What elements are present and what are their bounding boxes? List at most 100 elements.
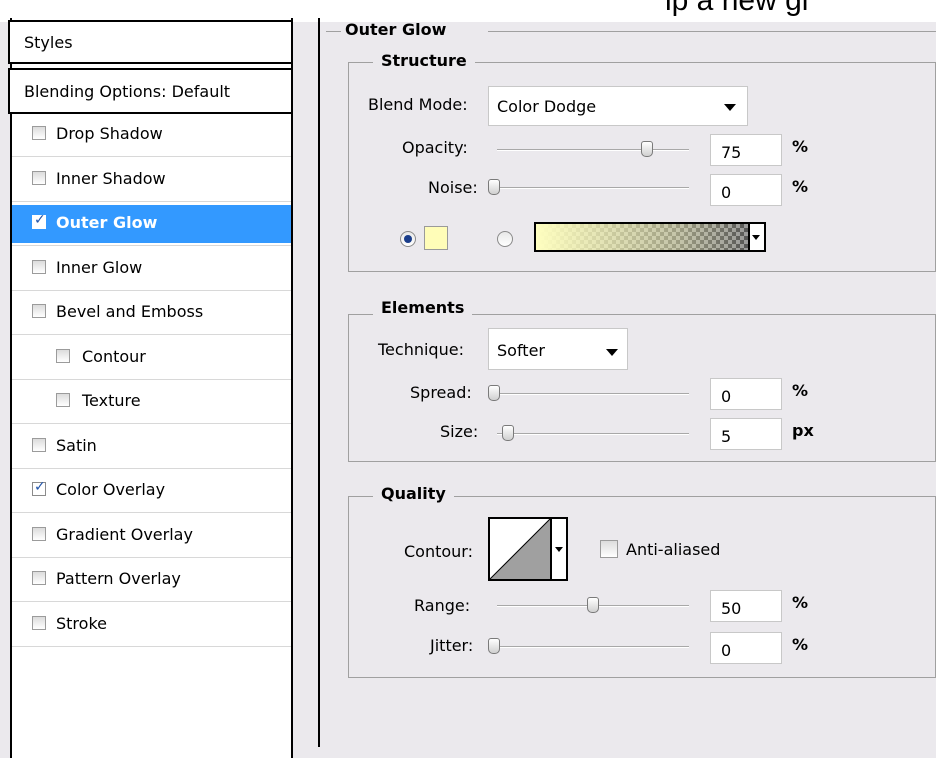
spread-unit: %	[792, 381, 809, 400]
blend-mode-dropdown[interactable]: Color Dodge	[488, 86, 748, 126]
outer-glow-title: Outer Glow	[345, 20, 447, 39]
anti-aliased-label[interactable]: Anti-aliased	[626, 540, 720, 559]
technique-value: Softer	[497, 341, 545, 360]
style-item-contour[interactable]: Contour	[12, 339, 291, 377]
style-item-gradient-overlay[interactable]: Gradient Overlay	[12, 517, 291, 555]
jitter-slider-thumb[interactable]	[488, 638, 500, 654]
elements-title: Elements	[373, 298, 473, 317]
jitter-slider-track[interactable]	[488, 646, 689, 648]
style-checkbox[interactable]	[32, 260, 46, 274]
size-value: 5	[721, 427, 732, 446]
style-item-label: Stroke	[56, 614, 107, 633]
opacity-unit: %	[792, 137, 809, 156]
style-item-bevel-and-emboss[interactable]: Bevel and Emboss	[12, 294, 291, 332]
list-divider	[12, 156, 291, 157]
opacity-label: Opacity:	[402, 138, 468, 157]
style-item-outer-glow[interactable]: Outer Glow	[12, 205, 291, 243]
style-checkbox[interactable]	[32, 616, 46, 630]
range-label: Range:	[414, 596, 471, 615]
contour-dropdown-arrow[interactable]	[552, 517, 568, 581]
style-item-label: Contour	[82, 347, 146, 366]
spread-input[interactable]: 0	[710, 378, 782, 410]
blend-mode-label: Blend Mode:	[368, 95, 468, 114]
blending-options-label: Blending Options: Default	[24, 82, 231, 101]
style-item-label: Satin	[56, 436, 97, 455]
noise-unit: %	[792, 177, 809, 196]
style-item-stroke[interactable]: Stroke	[12, 606, 291, 644]
blend-mode-value: Color Dodge	[497, 97, 597, 116]
jitter-input[interactable]: 0	[710, 632, 782, 664]
spread-slider-track[interactable]	[488, 393, 689, 395]
style-item-label: Bevel and Emboss	[56, 302, 204, 321]
spread-label: Spread:	[410, 383, 472, 402]
styles-header-label: Styles	[24, 33, 73, 52]
solid-color-radio[interactable]	[400, 231, 416, 247]
opacity-slider-thumb[interactable]	[641, 141, 653, 157]
structure-title: Structure	[373, 51, 475, 70]
style-item-label: Outer Glow	[56, 213, 158, 232]
gradient-picker[interactable]	[534, 222, 750, 252]
list-divider	[12, 379, 291, 380]
styles-header[interactable]: Styles	[8, 20, 293, 64]
style-checkbox[interactable]	[56, 349, 70, 363]
range-unit: %	[792, 593, 809, 612]
technique-label: Technique:	[378, 340, 464, 359]
style-item-color-overlay[interactable]: Color Overlay	[12, 472, 291, 510]
style-item-label: Pattern Overlay	[56, 569, 181, 588]
style-item-pattern-overlay[interactable]: Pattern Overlay	[12, 561, 291, 599]
noise-slider-track[interactable]	[488, 187, 689, 189]
list-divider	[12, 201, 291, 202]
glow-color-swatch[interactable]	[424, 226, 448, 250]
style-checkbox[interactable]	[32, 527, 46, 541]
range-slider-thumb[interactable]	[587, 597, 599, 613]
style-checkbox[interactable]	[32, 571, 46, 585]
style-checkbox[interactable]	[32, 304, 46, 318]
style-item-inner-glow[interactable]: Inner Glow	[12, 250, 291, 288]
list-divider	[12, 290, 291, 291]
style-item-drop-shadow[interactable]: Drop Shadow	[12, 116, 291, 154]
style-checkbox[interactable]	[32, 479, 46, 496]
style-checkbox[interactable]	[32, 212, 46, 229]
range-input[interactable]: 50	[710, 590, 782, 622]
style-item-satin[interactable]: Satin	[12, 428, 291, 466]
opacity-input[interactable]: 75	[710, 134, 782, 166]
list-divider	[12, 512, 291, 513]
list-divider	[12, 423, 291, 424]
style-checkbox[interactable]	[32, 171, 46, 185]
opacity-slider-track[interactable]	[497, 149, 689, 151]
style-item-label: Texture	[82, 391, 141, 410]
list-divider	[12, 557, 291, 558]
noise-input[interactable]: 0	[710, 174, 782, 206]
title-fragment: ip a new gl	[665, 0, 809, 17]
style-item-inner-shadow[interactable]: Inner Shadow	[12, 161, 291, 199]
style-checkbox[interactable]	[32, 438, 46, 452]
list-divider	[12, 468, 291, 469]
size-slider-track[interactable]	[497, 433, 689, 435]
style-checkbox[interactable]	[56, 393, 70, 407]
size-unit: px	[792, 421, 814, 440]
style-item-label: Inner Glow	[56, 258, 143, 277]
panel-divider	[318, 18, 320, 747]
jitter-value: 0	[721, 641, 732, 660]
jitter-label: Jitter:	[430, 636, 474, 655]
contour-preview[interactable]	[488, 517, 552, 581]
blending-options-item[interactable]: Blending Options: Default	[8, 68, 293, 114]
list-divider	[12, 646, 291, 647]
contour-label: Contour:	[404, 542, 473, 561]
gradient-radio[interactable]	[497, 231, 513, 247]
size-input[interactable]: 5	[710, 418, 782, 450]
style-checkbox[interactable]	[32, 126, 46, 140]
quality-title: Quality	[373, 484, 454, 503]
chevron-down-icon	[606, 349, 618, 356]
style-item-texture[interactable]: Texture	[12, 383, 291, 421]
size-slider-thumb[interactable]	[502, 425, 514, 441]
gradient-dropdown-arrow[interactable]	[750, 222, 766, 252]
anti-aliased-checkbox[interactable]	[600, 540, 618, 558]
noise-slider-thumb[interactable]	[488, 179, 500, 195]
spread-slider-thumb[interactable]	[488, 385, 500, 401]
style-item-label: Drop Shadow	[56, 124, 163, 143]
range-value: 50	[721, 599, 742, 618]
technique-dropdown[interactable]: Softer	[488, 328, 628, 370]
opacity-value: 75	[721, 143, 742, 162]
style-item-label: Color Overlay	[56, 480, 166, 499]
